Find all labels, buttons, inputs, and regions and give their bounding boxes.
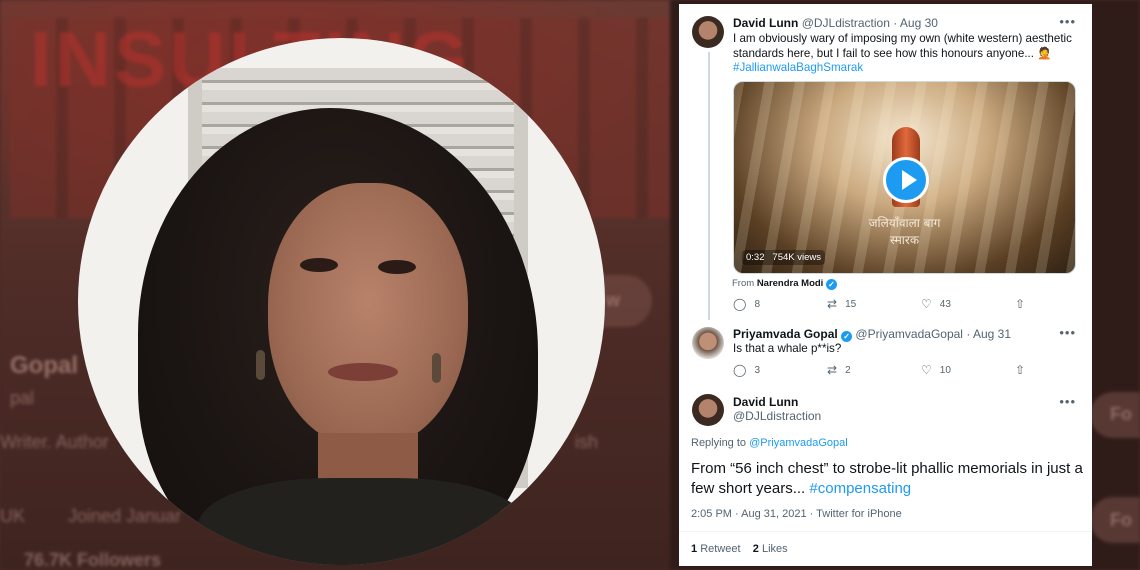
video-attribution: From Narendra Modi ✓ — [732, 278, 837, 290]
video-duration: 0:32 — [746, 252, 765, 263]
background-followers: 76.7K Followers — [24, 550, 162, 570]
share-icon: ⇧ — [1015, 363, 1026, 377]
tweet2-author-name[interactable]: Priyamvada Gopal — [733, 327, 838, 341]
replying-to-handle[interactable]: @PriyamvadaGopal — [749, 437, 848, 449]
tweet2-date[interactable]: · Aug 31 — [966, 327, 1011, 341]
verified-icon: ✓ — [825, 279, 837, 290]
thread-connector-line — [708, 52, 710, 320]
background-bio-tail: ish — [575, 432, 599, 452]
avatar-david-lunn[interactable] — [692, 16, 724, 48]
avatar-priyamvada-gopal[interactable] — [692, 327, 724, 359]
video-views: 754K views — [772, 252, 822, 263]
background-profile-name: Gopal — [10, 352, 79, 379]
background-location: UK — [0, 506, 26, 526]
jacket — [198, 478, 528, 565]
tweet1-actions: ◯ 8 ⇄ 15 ♡ 43 ⇧ — [733, 297, 1092, 311]
tweet1-reply-button[interactable]: ◯ 8 — [733, 297, 827, 311]
play-icon[interactable] — [883, 157, 929, 203]
tweet1-text: I am obviously wary of imposing my own (… — [733, 32, 1072, 60]
lips — [328, 363, 398, 381]
replying-label: Replying to — [691, 437, 747, 449]
tweet-thread-card: David Lunn @DJLdistraction · Aug 30 ••• … — [679, 4, 1092, 566]
tweet3-author-handle[interactable]: @DJLdistraction — [733, 409, 821, 423]
more-icon[interactable]: ••• — [1059, 325, 1076, 340]
heart-icon: ♡ — [921, 297, 932, 311]
background-profile-handle: pal — [10, 388, 35, 408]
from-name[interactable]: Narendra Modi — [757, 278, 824, 289]
tweet1-video[interactable]: जलियाँवाला बाग स्मारक 0:32 754K views — [733, 81, 1076, 274]
tweet3-replying: Replying to @PriyamvadaGopal — [691, 437, 848, 449]
tweet2-retweet-count: 2 — [845, 364, 851, 376]
right-earring — [432, 353, 441, 383]
avatar-david-lunn[interactable] — [692, 394, 724, 426]
tweet2-actions: ◯ 3 ⇄ 2 ♡ 10 ⇧ — [733, 363, 1092, 377]
tweet1-author-name[interactable]: David Lunn — [733, 16, 798, 30]
tweet2-like-count: 10 — [939, 364, 951, 376]
tweet2-reply-button[interactable]: ◯ 3 — [733, 363, 827, 377]
video-caption-line1: जलियाँवाला बाग — [868, 216, 941, 230]
right-eye — [378, 260, 416, 274]
tweet3-body: From “56 inch chest” to strobe-lit phall… — [691, 459, 1086, 499]
background-view-label: w — [606, 290, 621, 310]
video-caption: जलियाँवाला बाग स्मारक — [734, 214, 1075, 248]
face — [268, 183, 468, 448]
reply-icon: ◯ — [733, 297, 747, 311]
retweet-icon: ⇄ — [827, 297, 838, 311]
verified-icon: ✓ — [841, 331, 853, 342]
stats-divider-top — [679, 531, 1092, 532]
tweet1-reply-count: 8 — [754, 298, 760, 310]
profile-portrait-photo — [78, 38, 605, 565]
tweet1-author-handle[interactable]: @DJLdistraction — [802, 16, 890, 30]
retweet-count[interactable]: 1 — [691, 543, 697, 555]
tweet2-like-button[interactable]: ♡ 10 — [921, 363, 1015, 377]
tweet2-author-handle[interactable]: @PriyamvadaGopal — [855, 327, 963, 341]
background-follow-label: Fo — [1110, 404, 1132, 424]
tweet3-header: David Lunn @DJLdistraction — [733, 395, 821, 423]
more-icon[interactable]: ••• — [1059, 394, 1076, 409]
left-earring — [256, 350, 265, 380]
video-caption-line2: स्मारक — [889, 233, 920, 247]
tweet2-share-button[interactable]: ⇧ — [1015, 363, 1092, 377]
tweet1-body: I am obviously wary of imposing my own (… — [733, 32, 1073, 76]
heart-icon: ♡ — [921, 363, 932, 377]
tweet1-like-button[interactable]: ♡ 43 — [921, 297, 1015, 311]
tweet2-text: Is that a whale p**is? — [733, 342, 842, 355]
tweet2-retweet-button[interactable]: ⇄ 2 — [827, 363, 921, 377]
tweet3-meta[interactable]: 2:05 PM · Aug 31, 2021 · Twitter for iPh… — [691, 508, 902, 520]
tweet1-retweet-count: 15 — [845, 298, 857, 310]
retweet-label[interactable]: Retweet — [700, 543, 740, 555]
like-count[interactable]: 2 — [753, 543, 759, 555]
tweet3-hashtag[interactable]: #compensating — [809, 480, 911, 497]
tweet1-like-count: 43 — [939, 298, 951, 310]
reply-icon: ◯ — [733, 363, 747, 377]
retweet-icon: ⇄ — [827, 363, 838, 377]
background-bio: Writer. Author — [0, 432, 109, 452]
tweet3-stats: 1 Retweet 2 Likes — [691, 543, 788, 555]
from-label: From — [732, 278, 755, 289]
share-icon: ⇧ — [1015, 297, 1026, 311]
tweet2-reply-count: 3 — [754, 364, 760, 376]
left-eye — [300, 258, 338, 272]
tweet1-header: David Lunn @DJLdistraction · Aug 30 — [733, 16, 938, 30]
background-follow-label-2: Fo — [1110, 510, 1132, 530]
background-joined: Joined Januar — [68, 506, 182, 526]
tweet2-header: Priyamvada Gopal ✓ @PriyamvadaGopal · Au… — [733, 327, 1011, 342]
tweet1-share-button[interactable]: ⇧ — [1015, 297, 1092, 311]
video-stats-badge: 0:32 754K views — [742, 250, 826, 265]
tweet1-date[interactable]: · Aug 30 — [893, 16, 938, 30]
like-label[interactable]: Likes — [762, 543, 788, 555]
tweet1-hashtag[interactable]: #JallianwalaBaghSmarak — [733, 61, 863, 74]
tweet1-retweet-button[interactable]: ⇄ 15 — [827, 297, 921, 311]
more-icon[interactable]: ••• — [1059, 14, 1076, 29]
tweet3-author-name[interactable]: David Lunn — [733, 395, 821, 409]
